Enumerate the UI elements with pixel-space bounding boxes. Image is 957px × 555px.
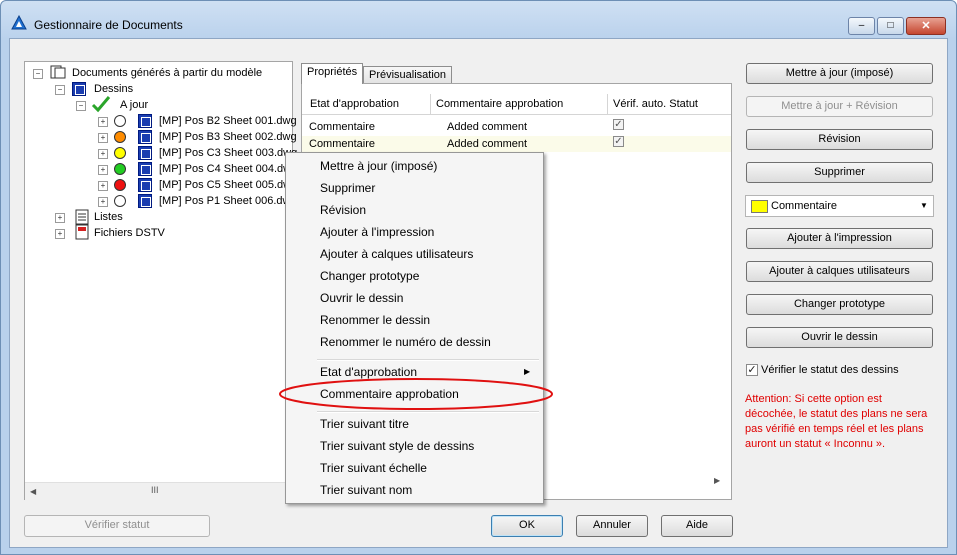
tree-root-label[interactable]: Documents générés à partir du modèle [72, 65, 262, 81]
expand-drawing-icon[interactable]: + [98, 197, 108, 207]
expand-listes-icon[interactable]: + [55, 213, 65, 223]
status-dot-icon [114, 179, 126, 191]
menu-item[interactable]: Ajouter à calques utilisateurs [289, 243, 540, 265]
chevron-down-icon[interactable]: ▼ [920, 201, 928, 210]
change-prototype-button[interactable]: Changer prototype [746, 294, 933, 315]
menu-item-sort[interactable]: Trier suivant style de dessins [289, 435, 540, 457]
minimize-button[interactable]: ‒ [848, 17, 875, 35]
tree-drawing-label[interactable]: [MP] Pos C4 Sheet 004.dw [159, 161, 291, 177]
verif-checkbox[interactable]: ✓ [613, 136, 624, 147]
app-logo-icon [11, 15, 27, 30]
collapse-dessins-icon[interactable]: − [55, 85, 65, 95]
revision-button[interactable]: Révision [746, 129, 933, 150]
context-menu: Mettre à jour (imposé) Supprimer Révision A… [285, 152, 544, 504]
scroll-right-icon[interactable]: ▶ [714, 476, 720, 485]
tree-drawing-label[interactable]: [MP] Pos C3 Sheet 003.dwg [159, 145, 297, 161]
tree-fichiers-label[interactable]: Fichiers DSTV [94, 225, 165, 241]
expand-drawing-icon[interactable]: + [98, 165, 108, 175]
drawing-file-icon [138, 194, 152, 208]
verif-checkbox[interactable]: ✓ [613, 119, 624, 130]
tab-proprietes[interactable]: Propriétés [301, 63, 364, 84]
menu-item-sort[interactable]: Trier suivant titre [289, 413, 540, 435]
approval-state-combo[interactable]: Commentaire ▼ [745, 195, 934, 217]
status-dot-icon [114, 195, 126, 207]
tree-drawing-label[interactable]: [MP] Pos B2 Sheet 001.dwg [159, 113, 297, 129]
status-dot-icon [114, 163, 126, 175]
update-forced-button[interactable]: Mettre à jour (imposé) [746, 63, 933, 84]
drawing-file-icon [138, 178, 152, 192]
table-row[interactable]: Commentaire Added comment ✓ [302, 136, 731, 152]
menu-item[interactable]: Renommer le numéro de dessin [289, 331, 540, 353]
window-title: Gestionnaire de Documents [34, 18, 183, 32]
dessins-folder-icon [72, 82, 86, 96]
tab-previsualisation[interactable]: Prévisualisation [363, 66, 453, 84]
submenu-arrow-icon: ▶ [524, 367, 531, 376]
menu-item[interactable]: Révision [289, 199, 540, 221]
color-swatch [751, 200, 768, 213]
verify-status-label[interactable]: Vérifier le statut des dessins [761, 364, 899, 376]
documents-icon [50, 65, 66, 79]
cell-commentaire: Added comment [447, 121, 528, 133]
table-row[interactable]: Commentaire Added comment ✓ [302, 119, 731, 135]
menu-item-sort[interactable]: Trier suivant nom [289, 479, 540, 501]
scroll-left-icon[interactable]: ◀ [30, 487, 36, 496]
expand-drawing-icon[interactable]: + [98, 117, 108, 127]
tree-a-jour-label[interactable]: A jour [120, 97, 148, 113]
tree-drawing-label[interactable]: [MP] Pos B3 Sheet 002.dwg [159, 129, 297, 145]
document-tree[interactable]: − Documents générés à partir du modèle −… [24, 61, 297, 500]
column-verif[interactable]: Vérif. auto. Statut [608, 94, 726, 114]
cell-etat: Commentaire [309, 138, 376, 150]
drawing-file-icon [138, 146, 152, 160]
status-dot-icon [114, 147, 126, 159]
maximize-button[interactable]: □ [877, 17, 904, 35]
menu-item[interactable]: Changer prototype [289, 265, 540, 287]
tree-drawing-label[interactable]: [MP] Pos P1 Sheet 006.dw [159, 193, 290, 209]
highlight-ellipse [279, 378, 553, 410]
lists-icon [75, 209, 89, 225]
menu-item[interactable]: Ouvrir le dessin [289, 287, 540, 309]
drawing-file-icon [138, 130, 152, 144]
cell-commentaire: Added comment [447, 138, 528, 150]
menu-item[interactable]: Supprimer [289, 177, 540, 199]
expand-drawing-icon[interactable]: + [98, 149, 108, 159]
expand-drawing-icon[interactable]: + [98, 181, 108, 191]
grid-header: Etat d'approbation Commentaire approbati… [302, 94, 731, 115]
status-dot-icon [114, 115, 126, 127]
close-button[interactable]: ✕ [906, 17, 946, 35]
column-commentaire[interactable]: Commentaire approbation [431, 94, 608, 114]
tree-hscrollbar[interactable]: ◀ III [25, 482, 292, 500]
menu-item[interactable]: Mettre à jour (imposé) [289, 155, 540, 177]
checkmark-icon [91, 96, 111, 113]
cancel-button[interactable]: Annuler [576, 515, 648, 537]
add-layers-button[interactable]: Ajouter à calques utilisateurs [746, 261, 933, 282]
menu-item[interactable]: Renommer le dessin [289, 309, 540, 331]
collapse-a-jour-icon[interactable]: − [76, 101, 86, 111]
expand-drawing-icon[interactable]: + [98, 133, 108, 143]
help-button[interactable]: Aide [661, 515, 733, 537]
update-revision-button[interactable]: Mettre à jour + Révision [746, 96, 933, 117]
column-etat[interactable]: Etat d'approbation [305, 94, 431, 114]
menu-item-sort[interactable]: Trier suivant échelle [289, 457, 540, 479]
delete-button[interactable]: Supprimer [746, 162, 933, 183]
cell-etat: Commentaire [309, 121, 376, 133]
tree-drawing-label[interactable]: [MP] Pos C5 Sheet 005.dw [159, 177, 291, 193]
menu-item[interactable]: Ajouter à l'impression [289, 221, 540, 243]
expand-fichiers-icon[interactable]: + [55, 229, 65, 239]
combo-value: Commentaire [771, 200, 838, 212]
verify-status-button[interactable]: Vérifier statut [24, 515, 210, 537]
tree-listes-label[interactable]: Listes [94, 209, 123, 225]
open-drawing-button[interactable]: Ouvrir le dessin [746, 327, 933, 348]
verify-status-checkbox[interactable]: ✓ [746, 364, 758, 376]
dstv-files-icon [75, 224, 89, 240]
ok-button[interactable]: OK [491, 515, 563, 537]
drawing-file-icon [138, 162, 152, 176]
status-dot-icon [114, 131, 126, 143]
scroll-grip[interactable]: III [151, 485, 159, 495]
drawing-file-icon [138, 114, 152, 128]
title-bar[interactable]: Gestionnaire de Documents ‒ □ ✕ [1, 1, 956, 35]
collapse-root-icon[interactable]: − [33, 69, 43, 79]
warning-text: Attention: Si cette option est décochée,… [745, 393, 928, 450]
add-print-button[interactable]: Ajouter à l'impression [746, 228, 933, 249]
